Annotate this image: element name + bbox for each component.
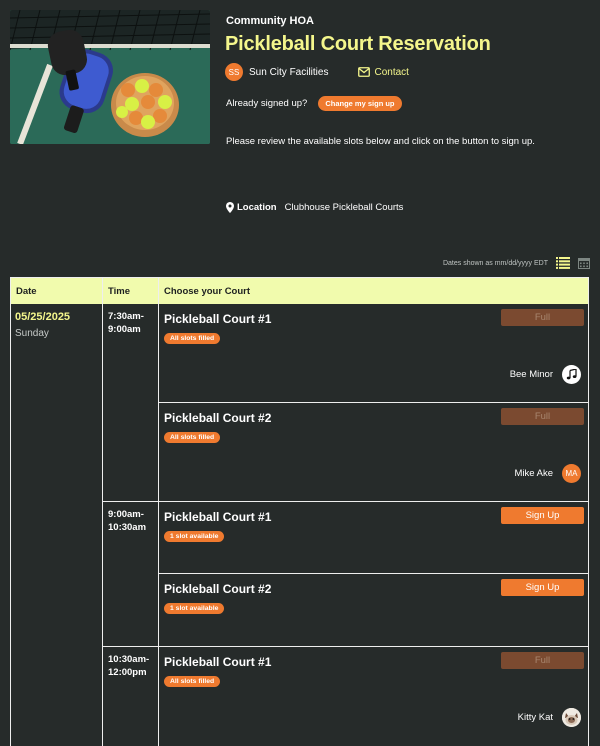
page-title: Pickleball Court Reservation <box>225 33 491 55</box>
location-row: Location Clubhouse Pickleball Courts <box>226 202 403 213</box>
status-badge: All slots filled <box>164 676 221 687</box>
column-header-date: Date <box>16 286 37 297</box>
signee: Mike Ake MA <box>514 464 581 483</box>
slot-date: 05/25/2025 <box>15 311 71 323</box>
avatar: MA <box>562 464 581 483</box>
time-label: 9:00am- 10:30am <box>108 509 147 533</box>
time-block-2: 9:00am- 10:30am <box>108 508 158 534</box>
change-signup-button[interactable]: Change my sign up <box>318 96 402 111</box>
status-badge: All slots filled <box>164 333 221 344</box>
court-slot: Pickleball Court #1 All slots filled Ful… <box>159 304 588 402</box>
court-slot: Pickleball Court #2 All slots filled Ful… <box>159 403 588 501</box>
org-name: Community HOA <box>226 15 314 27</box>
timezone-row: Dates shown as mm/dd/yyyy EDT <box>443 257 590 269</box>
court-name: Pickleball Court #1 <box>164 312 272 326</box>
contact-label: Contact <box>374 66 409 78</box>
full-button: Full <box>501 408 584 425</box>
full-button: Full <box>501 652 584 669</box>
full-button: Full <box>501 309 584 326</box>
signed-up-row: Already signed up? Change my sign up <box>226 96 402 111</box>
owner-avatar: SS <box>225 63 243 81</box>
signee-name: Kitty Kat <box>517 712 553 723</box>
signup-table: Date Time Choose your Court 05/25/2025 S… <box>10 277 589 746</box>
signee-name: Mike Ake <box>514 468 553 479</box>
signee: Bee Minor <box>510 365 581 384</box>
location-value: Clubhouse Pickleball Courts <box>284 202 404 213</box>
slot-day: Sunday <box>15 328 49 339</box>
time-block-3: 10:30am- 12:00pm <box>108 653 158 679</box>
signed-up-prompt: Already signed up? <box>226 98 308 109</box>
column-header-court: Choose your Court <box>164 286 251 297</box>
court-slot: Pickleball Court #1 1 slot available Sig… <box>159 502 588 573</box>
list-view-icon[interactable] <box>556 257 570 269</box>
date-cell: 05/25/2025 Sunday <box>15 311 70 339</box>
court-name: Pickleball Court #2 <box>164 411 272 425</box>
cat-photo-avatar <box>562 708 581 727</box>
time-label: 7:30am- 9:00am <box>108 311 144 335</box>
sign-up-button[interactable]: Sign Up <box>501 579 584 596</box>
court-slot: Pickleball Court #2 1 slot available Sig… <box>159 574 588 646</box>
owner-name: Sun City Facilities <box>249 66 329 78</box>
timezone-note: Dates shown as mm/dd/yyyy EDT <box>442 259 548 267</box>
time-label: 10:30am- 12:00pm <box>108 654 150 678</box>
contact-link[interactable]: Contact <box>358 66 409 78</box>
location-pin-icon <box>226 202 234 213</box>
court-name: Pickleball Court #1 <box>164 655 272 669</box>
table-header: Date Time Choose your Court <box>11 278 588 304</box>
court-name: Pickleball Court #1 <box>164 510 272 524</box>
instructions-text: Please review the available slots below … <box>226 136 535 147</box>
sign-up-button[interactable]: Sign Up <box>501 507 584 524</box>
signee: Kitty Kat <box>518 708 581 727</box>
calendar-view-icon[interactable] <box>578 257 590 269</box>
envelope-icon <box>358 67 371 77</box>
status-badge: 1 slot available <box>164 603 225 614</box>
signee-name: Bee Minor <box>509 369 553 380</box>
music-note-icon <box>562 365 581 384</box>
status-badge: 1 slot available <box>164 531 225 542</box>
status-badge: All slots filled <box>164 432 221 443</box>
column-header-time: Time <box>108 286 131 297</box>
court-name: Pickleball Court #2 <box>164 582 272 596</box>
time-block-1: 7:30am- 9:00am <box>108 310 158 336</box>
hero-image <box>10 10 210 144</box>
column-divider <box>102 278 103 746</box>
location-label: Location <box>237 202 277 213</box>
court-slot: Pickleball Court #1 All slots filled Ful… <box>159 647 588 746</box>
owner-row: SS Sun City Facilities Contact <box>225 63 409 81</box>
